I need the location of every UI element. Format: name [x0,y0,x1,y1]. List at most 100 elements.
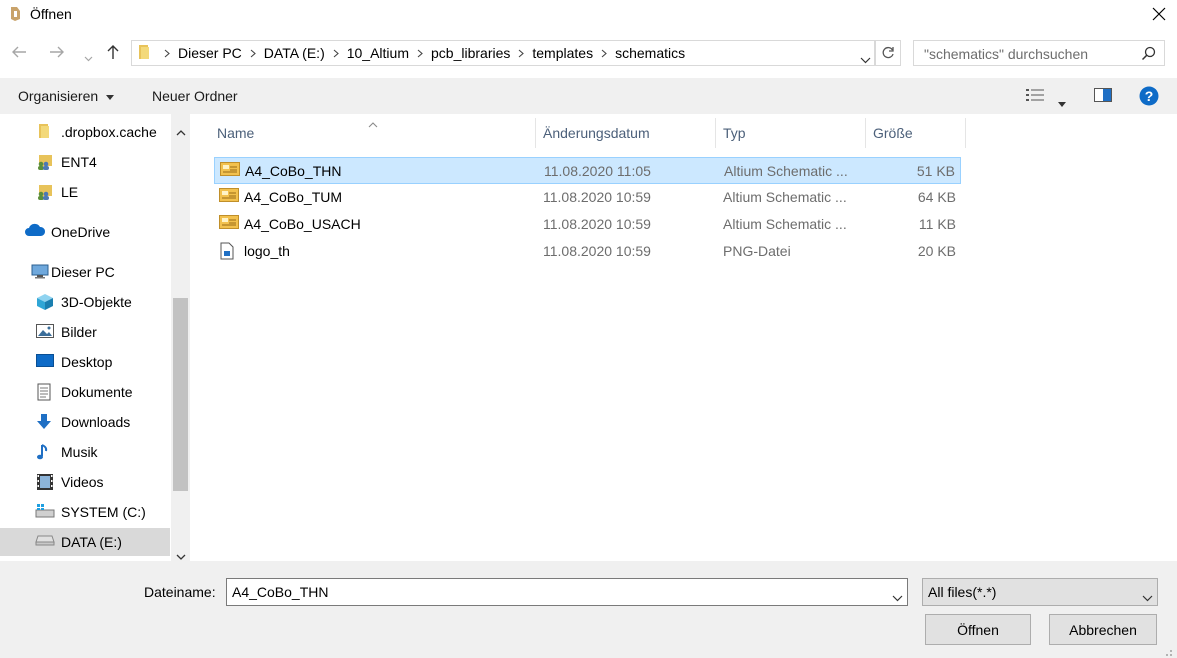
search-input[interactable] [922,45,1131,63]
navigation-pane: .dropbox.cache ENT4 LE OneDrive Dieser PC 3D-… [0,114,190,561]
breadcrumb-item[interactable]: DATA (E:) [260,45,329,61]
organize-button[interactable]: Organisieren [18,88,115,104]
filename-label: Dateiname: [144,584,216,600]
breadcrumb-separator-icon[interactable] [160,46,174,61]
shared-folder-icon [35,183,53,200]
music-icon [36,443,54,460]
column-header-name[interactable]: Name [210,118,536,148]
address-bar[interactable]: Dieser PC DATA (E:) 10_Altium pcb_libraries… [131,40,875,66]
file-date: 11.08.2020 10:59 [543,189,651,205]
nav-item-label: LE [61,184,79,200]
chevron-up-icon [176,130,186,136]
nav-item-label: Dokumente [61,384,133,400]
open-button[interactable]: Öffnen [925,614,1031,645]
file-type: Altium Schematic ... [723,216,847,232]
nav-item-videos[interactable]: Videos [0,468,170,496]
help-button[interactable]: ? [1139,86,1159,109]
cloud-icon [24,223,46,239]
address-dropdown-button[interactable] [860,51,871,67]
file-date: 11.08.2020 11:05 [544,163,651,179]
breadcrumb-item[interactable]: templates [528,45,597,61]
nav-item-label: Downloads [61,414,131,430]
organize-label: Organisieren [18,88,99,104]
file-date: 11.08.2020 10:59 [543,216,651,232]
search-icon[interactable] [1141,46,1156,64]
file-row[interactable]: A4_CoBo_TUM 11.08.2020 10:59 Altium Schema… [214,184,961,211]
download-icon [36,413,54,429]
column-header-date[interactable]: Änderungsdatum [536,118,716,148]
view-options-button[interactable] [1026,88,1046,105]
scroll-up-button[interactable] [176,123,186,139]
breadcrumb: Dieser PC DATA (E:) 10_Altium pcb_libraries… [160,41,689,65]
back-button[interactable] [11,43,27,64]
file-row[interactable]: A4_CoBo_THN 11.08.2020 11:05 Altium Schema… [214,157,961,184]
recent-locations-button[interactable] [84,49,93,65]
preview-pane-icon [1094,88,1112,102]
column-type-label: Typ [723,125,746,141]
nav-item-label: ENT4 [61,154,97,170]
resize-grip[interactable] [1161,644,1173,658]
folder-icon [138,44,152,63]
refresh-button[interactable] [875,40,901,66]
command-bar: Organisieren Neuer Ordner ? [0,78,1177,114]
nav-item-dieser-pc[interactable]: Dieser PC [0,258,170,286]
nav-item-label: Videos [61,474,104,490]
filetype-select[interactable]: All files(*.*) [922,578,1158,606]
nav-item-label: Desktop [61,354,113,370]
nav-item-downloads[interactable]: Downloads [0,408,170,436]
windows-drive-icon [35,503,55,519]
file-row[interactable]: logo_th 11.08.2020 10:59 PNG-Datei 20 KB [214,238,961,265]
breadcrumb-item[interactable]: Dieser PC [174,45,246,61]
nav-item-onedrive[interactable]: OneDrive [0,218,170,246]
nav-item-dokumente[interactable]: Dokumente [0,378,170,406]
search-box[interactable] [913,40,1165,66]
image-file-icon [219,242,235,263]
window-title: Öffnen [30,6,72,22]
open-file-dialog: Öffnen Dieser PC DATA (E:) 10_Altium pcb_li… [0,0,1177,658]
help-icon: ? [1139,86,1159,106]
preview-pane-button[interactable] [1094,88,1112,105]
nav-item-3d-objekte[interactable]: 3D-Objekte [0,288,170,316]
up-button[interactable] [106,44,120,63]
breadcrumb-separator-icon[interactable] [597,46,611,61]
videos-icon [36,473,54,490]
breadcrumb-item[interactable]: pcb_libraries [427,45,514,61]
nav-item-le[interactable]: LE [0,178,170,206]
drive-icon [35,533,55,549]
nav-item-system-c[interactable]: SYSTEM (C:) [0,498,170,526]
chevron-down-icon [892,595,903,602]
nav-item-musik[interactable]: Musik [0,438,170,466]
breadcrumb-separator-icon[interactable] [514,46,528,61]
filename-input[interactable] [230,583,874,601]
column-header-size[interactable]: Größe [866,118,966,148]
file-size: 51 KB [916,163,955,179]
close-button[interactable] [1140,0,1177,30]
new-folder-button[interactable]: Neuer Ordner [152,88,238,104]
breadcrumb-item[interactable]: schematics [611,45,689,61]
breadcrumb-separator-icon[interactable] [329,46,343,61]
view-dropdown-button[interactable] [1058,94,1066,110]
filename-combobox[interactable] [226,578,908,606]
breadcrumb-separator-icon[interactable] [413,46,427,61]
filename-dropdown-button[interactable] [892,589,903,605]
filetype-value: All files(*.*) [928,584,997,600]
file-row[interactable]: A4_CoBo_USACH 11.08.2020 10:59 Altium Sche… [214,211,961,238]
column-date-label: Änderungsdatum [543,125,650,141]
nav-item-bilder[interactable]: Bilder [0,318,170,346]
file-name: logo_th [244,243,290,259]
forward-button[interactable] [49,43,65,64]
breadcrumb-separator-icon[interactable] [246,46,260,61]
arrow-left-icon [12,46,26,58]
chevron-down-icon [1142,589,1153,605]
nav-item-ent4[interactable]: ENT4 [0,148,170,176]
column-header-type[interactable]: Typ [716,118,866,148]
shared-folder-icon [35,153,53,170]
pictures-icon [36,323,54,339]
nav-item-data-e[interactable]: DATA (E:) [0,528,170,556]
nav-item-dropbox-cache[interactable]: .dropbox.cache [0,118,170,146]
nav-scrollbar-thumb[interactable] [173,298,188,491]
cancel-button[interactable]: Abbrechen [1049,614,1157,645]
breadcrumb-item[interactable]: 10_Altium [343,45,413,61]
file-date: 11.08.2020 10:59 [543,243,651,259]
nav-item-desktop[interactable]: Desktop [0,348,170,376]
